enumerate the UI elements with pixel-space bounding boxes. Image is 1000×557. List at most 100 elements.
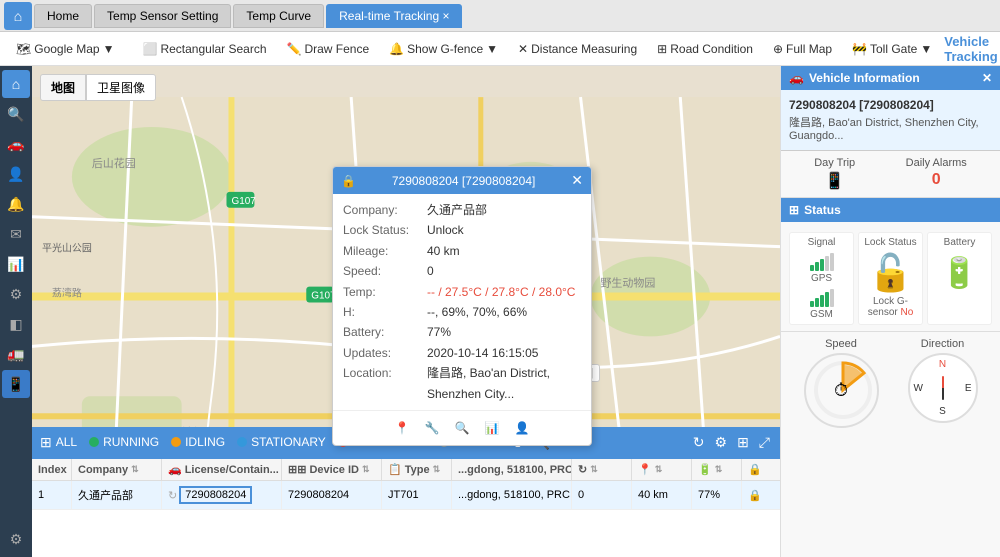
icon-th-4: 🔒 (748, 463, 762, 476)
popup-action-track[interactable]: 🔧 (421, 417, 443, 439)
tab-home[interactable]: Home (34, 4, 92, 28)
tab-temp-sensor[interactable]: Temp Sensor Setting (94, 4, 231, 28)
sidebar-icon-bell[interactable]: 🔔 (2, 190, 30, 218)
sidebar-icon-person[interactable]: 👤 (2, 160, 30, 188)
status-all[interactable]: ⊞ ALL (40, 434, 77, 451)
th-license[interactable]: 🚗 License/Contain... ⇅ (162, 459, 282, 480)
day-trip-label: Day Trip (814, 157, 855, 169)
popup-header: 🔒 7290808204 [7290808204] ✕ (333, 167, 591, 194)
left-sidebar: ⌂ 🔍 🚗 👤 🔔 ✉ 📊 ⚙ ◧ 🚛 📱 ⚙ (0, 66, 32, 557)
sidebar-icon-search[interactable]: 🔍 (2, 100, 30, 128)
grid-icon[interactable]: ⊞ (735, 432, 751, 453)
th-company[interactable]: Company ⇅ (72, 459, 162, 480)
idling-dot (171, 437, 181, 447)
distance-button[interactable]: ✕ Distance Measuring (510, 39, 645, 59)
lock-g-sensor-label: Lock G-sensor No (863, 296, 918, 318)
popup-title: 7290808204 [7290808204] (392, 174, 535, 188)
td-s2: 40 km (632, 481, 692, 509)
rectangular-search-button[interactable]: ⬜ Rectangular Search (135, 39, 275, 59)
lock-icon: 🔒 (341, 174, 356, 188)
th-device[interactable]: ⊞⊞ Device ID ⇅ (282, 459, 382, 480)
battery-label: Battery: (343, 322, 423, 342)
sidebar-icon-truck[interactable]: 🚛 (2, 340, 30, 368)
vehicle-id: 7290808204 [7290808204] (789, 98, 992, 112)
th-s1[interactable]: ↻ ⇅ (572, 459, 632, 480)
license-refresh-icon[interactable]: ↻ (168, 489, 177, 502)
sidebar-icon-gear[interactable]: ⚙ (2, 525, 30, 553)
svg-text:G107: G107 (231, 196, 256, 207)
home-icon[interactable]: ⌂ (4, 2, 32, 30)
google-map-button[interactable]: 🗺 Google Map ▼ (8, 39, 123, 59)
toll-gate-button[interactable]: 🚧 Toll Gate ▼ (844, 39, 940, 59)
tab-realtime[interactable]: Real-time Tracking × (326, 4, 462, 28)
th-addr: ...gdong, 518100, PRC (452, 459, 572, 480)
sort-s3-icon: ⇅ (715, 464, 723, 475)
full-map-button[interactable]: ⊕ Full Map (765, 39, 840, 59)
sidebar-icon-car[interactable]: 🚗 (2, 130, 30, 158)
td-idx: 1 (32, 481, 72, 509)
gps-label: GPS (794, 273, 849, 284)
battery-card: Battery 🔋 (927, 232, 992, 325)
day-trip-icon: 📱 (825, 171, 845, 191)
signal-label: Signal (794, 237, 849, 248)
gsm-bar2 (815, 298, 819, 307)
popup-close-button[interactable]: ✕ (571, 172, 583, 189)
map-type-satellite[interactable]: 卫星图像 (86, 74, 156, 101)
all-icon: ⊞ (40, 434, 52, 451)
gfence-icon: 🔔 (389, 42, 404, 56)
compass-s: S (939, 406, 946, 417)
draw-fence-button[interactable]: ✏️ Draw Fence (279, 39, 378, 59)
refresh-icon[interactable]: ↻ (691, 432, 707, 453)
temp-value: -- / 27.5°C / 27.8°C / 28.0°C (427, 282, 575, 302)
map-container[interactable]: 后山花园 荔湾路 铁仔山公园 野生动物园 西丽街道 平光山公园 新安街道 方悦国… (32, 66, 780, 557)
th-s3[interactable]: 🔋 ⇅ (692, 459, 742, 480)
table-header: Index Company ⇅ 🚗 License/Contain... ⇅ ⊞… (32, 459, 780, 481)
type-icon: 📋 (388, 463, 402, 476)
updates-value: 2020-10-14 16:15:05 (427, 343, 538, 363)
sidebar-icon-stats[interactable]: 📊 (2, 250, 30, 278)
license-value[interactable]: 7290808204 (179, 486, 252, 504)
popup-action-search[interactable]: 🔍 (451, 417, 473, 439)
sort-device-icon: ⇅ (362, 464, 370, 475)
sidebar-icon-settings[interactable]: ⚙ (2, 280, 30, 308)
device-icon: ⊞⊞ (288, 463, 306, 476)
speed-gauge-circle: ⏱ (804, 353, 879, 428)
table-body: 1 久通产品部 ↻ 7290808204 7290808204 JT701 ..… (32, 481, 780, 510)
map-type-buttons: 地图 卫星图像 (40, 74, 156, 101)
panel-close-button[interactable]: ✕ (982, 71, 992, 85)
sidebar-icon-mail[interactable]: ✉ (2, 220, 30, 248)
speed-value: 0 (427, 261, 434, 281)
vehicle-tracking-label: Vehicle Tracking (944, 34, 1000, 64)
popup-action-location[interactable]: 📍 (391, 417, 413, 439)
sidebar-icon-phone[interactable]: 📱 (2, 370, 30, 398)
direction-gauge-label: Direction (908, 338, 978, 350)
show-gfence-button[interactable]: 🔔 Show G-fence ▼ (381, 39, 506, 59)
status-idling[interactable]: IDLING (171, 435, 225, 449)
popup-action-person[interactable]: 👤 (511, 417, 533, 439)
expand-icon[interactable]: ⤢ (757, 432, 772, 453)
speed-label: Speed: (343, 261, 423, 281)
sort-s1-icon: ⇅ (590, 464, 598, 475)
svg-text:野生动物园: 野生动物园 (600, 276, 655, 290)
th-type[interactable]: 📋 Type ⇅ (382, 459, 452, 480)
sort-s2-icon: ⇅ (655, 464, 663, 475)
sidebar-icon-layers[interactable]: ◧ (2, 310, 30, 338)
td-s1: 0 (572, 481, 632, 509)
vehicle-info-icon: 🚗 (789, 71, 804, 85)
td-s4: 🔒 (742, 481, 780, 509)
stationary-dot (237, 437, 247, 447)
settings-status-icon[interactable]: ⚙ (713, 432, 730, 453)
status-stationary[interactable]: STATIONARY (237, 435, 326, 449)
tab-temp-curve[interactable]: Temp Curve (233, 4, 324, 28)
dropdown-arrow: ▼ (103, 42, 115, 56)
data-table: Index Company ⇅ 🚗 License/Contain... ⇅ ⊞… (32, 457, 780, 557)
lock-value: Unlock (427, 220, 464, 240)
battery-value: 77% (427, 322, 451, 342)
map-type-map[interactable]: 地图 (40, 74, 86, 101)
direction-gauge: Direction N S E W (908, 338, 978, 428)
th-s2[interactable]: 📍 ⇅ (632, 459, 692, 480)
status-running[interactable]: RUNNING (89, 435, 159, 449)
popup-action-route[interactable]: 📊 (481, 417, 503, 439)
sidebar-icon-home[interactable]: ⌂ (2, 70, 30, 98)
road-condition-button[interactable]: ⊞ Road Condition (649, 39, 761, 59)
